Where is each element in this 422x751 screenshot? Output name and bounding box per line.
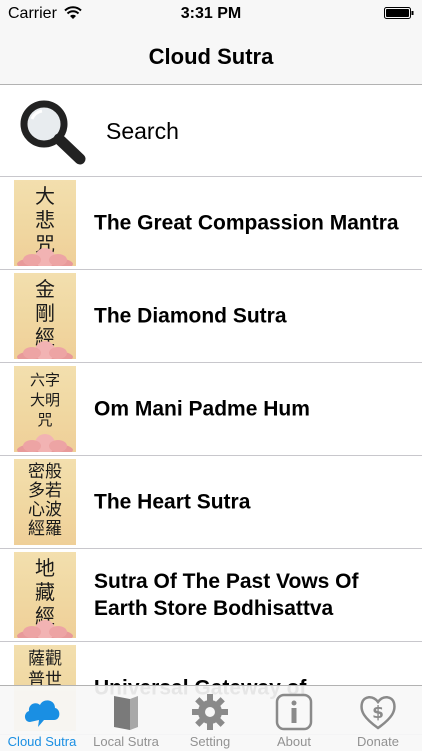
thumbnail-characters: 密般 多若 心波 經羅 <box>28 462 62 539</box>
status-bar: Carrier 3:31 PM <box>0 0 422 30</box>
tab-label: Donate <box>357 734 399 749</box>
sutra-list: 大 悲 咒 The Great Compassion Mantra 金 剛 經 … <box>0 177 422 735</box>
info-icon <box>275 693 313 731</box>
search-label: Search <box>106 118 179 144</box>
tab-bar: Cloud Sutra Local Sutra Setting About $ … <box>0 685 422 751</box>
svg-text:$: $ <box>372 703 384 723</box>
lotus-icon <box>17 620 73 638</box>
sutra-title: Sutra Of The Past Vows Of Earth Store Bo… <box>94 570 359 620</box>
sutra-title: The Great Compassion Mantra <box>94 211 399 235</box>
sutra-thumbnail: 六字 大明 咒 <box>14 366 76 452</box>
clock: 3:31 PM <box>180 5 242 22</box>
search-row[interactable]: Search <box>0 85 422 177</box>
sutra-title: Om Mani Padme Hum <box>94 397 310 421</box>
sutra-thumbnail: 大 悲 咒 <box>14 180 76 266</box>
heart-dollar-icon: $ <box>360 696 396 730</box>
tab-label: Cloud Sutra <box>7 734 77 749</box>
list-item[interactable]: 地 藏 經 Sutra Of The Past Vows Of Earth St… <box>0 549 422 642</box>
page-title: Cloud Sutra <box>148 44 274 69</box>
tab-label: About <box>277 734 311 749</box>
list-item[interactable]: 大 悲 咒 The Great Compassion Mantra <box>0 177 422 270</box>
lotus-icon <box>17 341 73 359</box>
lotus-icon <box>17 248 73 266</box>
sutra-thumbnail: 金 剛 經 <box>14 273 76 359</box>
cloud-icon <box>24 700 60 727</box>
sutra-title: The Heart Sutra <box>94 490 251 514</box>
tab-cloud-sutra[interactable]: Cloud Sutra <box>0 686 84 751</box>
tab-donate[interactable]: $ Donate <box>336 686 420 751</box>
sutra-thumbnail: 地 藏 經 <box>14 552 76 638</box>
sutra-title: The Diamond Sutra <box>94 304 287 328</box>
battery-icon <box>384 7 414 19</box>
sutra-thumbnail: 密般 多若 心波 經羅 <box>14 459 76 545</box>
tab-label: Setting <box>189 734 231 749</box>
lotus-icon <box>17 434 73 452</box>
list-item[interactable]: 密般 多若 心波 經羅 The Heart Sutra <box>0 456 422 549</box>
tab-about[interactable]: About <box>252 686 336 751</box>
thumbnail-characters: 六字 大明 咒 <box>29 371 60 429</box>
search-icon <box>20 100 86 165</box>
tab-local-sutra[interactable]: Local Sutra <box>84 686 168 751</box>
book-icon <box>114 696 138 730</box>
gear-icon <box>192 694 228 730</box>
list-item[interactable]: 金 剛 經 The Diamond Sutra <box>0 270 422 363</box>
tab-label: Local Sutra <box>93 734 159 749</box>
tab-setting[interactable]: Setting <box>168 686 252 751</box>
list-item[interactable]: 六字 大明 咒 Om Mani Padme Hum <box>0 363 422 456</box>
navigation-bar: Cloud Sutra <box>0 30 422 85</box>
